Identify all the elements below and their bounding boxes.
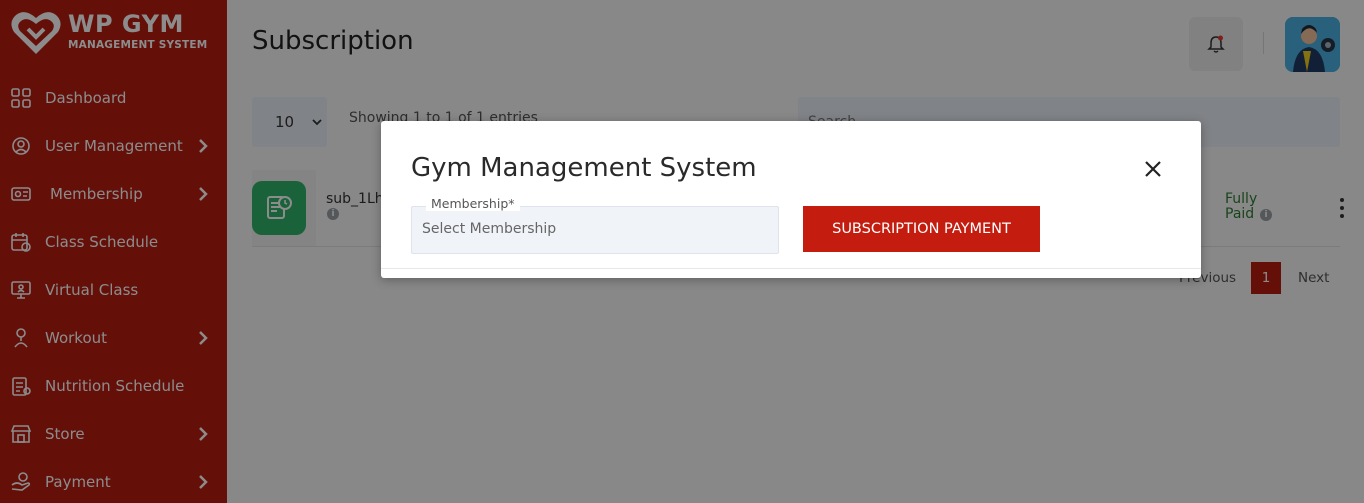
subscription-modal: Gym Management System Membership* Select… (381, 121, 1201, 278)
modal-title: Gym Management System (411, 153, 757, 183)
membership-label: Membership* (426, 196, 520, 211)
membership-select[interactable]: Membership* Select Membership (411, 196, 779, 254)
membership-placeholder: Select Membership (422, 221, 557, 237)
close-icon[interactable] (1143, 159, 1163, 179)
subscription-payment-button[interactable]: SUBSCRIPTION PAYMENT (803, 206, 1040, 252)
modal-divider (381, 268, 1201, 269)
